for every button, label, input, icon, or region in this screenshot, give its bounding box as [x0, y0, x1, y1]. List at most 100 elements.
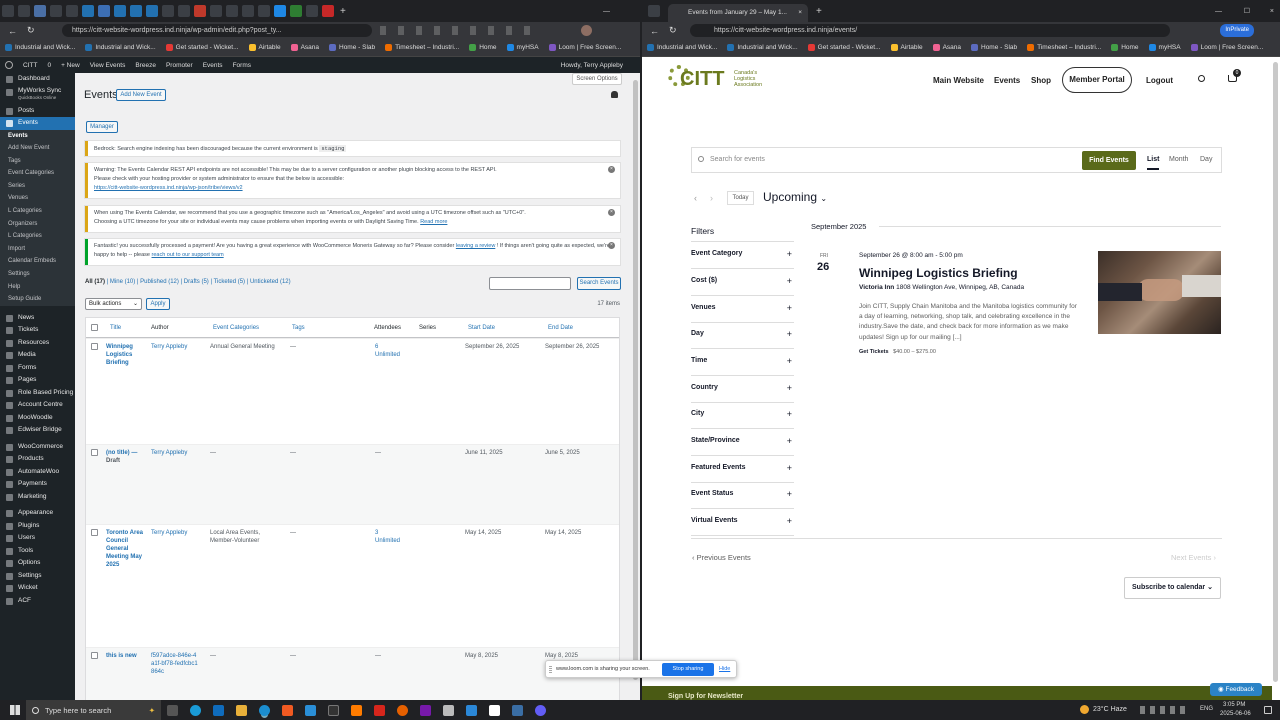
- sidebar-subitem[interactable]: Venues: [0, 192, 75, 206]
- filter-event-status[interactable]: Event Status +: [691, 482, 794, 509]
- favorite-link[interactable]: Industrial and Wick...: [727, 44, 798, 51]
- drag-handle-icon[interactable]: [549, 666, 552, 674]
- maximize-icon[interactable]: ☐: [1244, 7, 1250, 15]
- view-day-tab[interactable]: Day: [1200, 156, 1212, 163]
- col-start-date[interactable]: Start Date: [468, 321, 495, 335]
- manager-button[interactable]: Manager: [86, 121, 118, 133]
- support-link[interactable]: reach out to our support team: [152, 252, 224, 258]
- left-scrollbar[interactable]: [633, 80, 638, 680]
- col-event-categories[interactable]: Event Categories: [213, 321, 259, 335]
- sidebar-item-pages[interactable]: Pages: [0, 374, 75, 387]
- search-icon[interactable]: [1198, 75, 1205, 82]
- edge-active-icon[interactable]: [259, 704, 270, 716]
- edge-icon[interactable]: [190, 704, 201, 716]
- filter-unticketed[interactable]: Unticketed (12): [250, 279, 291, 285]
- brave-icon[interactable]: [282, 704, 293, 716]
- sidebar-subitem[interactable]: Add New Event: [0, 142, 75, 155]
- tab-favicon[interactable]: [210, 5, 222, 17]
- apply-button[interactable]: Apply: [146, 298, 170, 310]
- col-title[interactable]: Title: [110, 321, 121, 335]
- view-month-tab[interactable]: Month: [1169, 156, 1188, 163]
- tab-favicon[interactable]: [146, 5, 158, 17]
- col-end-date[interactable]: End Date: [548, 321, 573, 335]
- firefox-icon[interactable]: [397, 704, 408, 716]
- logout-link[interactable]: Logout: [1146, 76, 1173, 85]
- sidebar-item-wicket[interactable]: Wicket: [0, 582, 75, 595]
- file-explorer-icon[interactable]: [236, 704, 247, 716]
- stop-sharing-button[interactable]: Stop sharing: [662, 663, 714, 676]
- favorite-link[interactable]: Asana: [932, 44, 961, 51]
- sidebar-item-acf[interactable]: ACF: [0, 595, 75, 608]
- events-link[interactable]: Events: [203, 62, 223, 69]
- language-indicator[interactable]: ENG: [1200, 706, 1213, 712]
- sidebar-subitem[interactable]: Setup Guide: [0, 293, 75, 306]
- promoter-link[interactable]: Promoter: [166, 62, 193, 69]
- app-icon[interactable]: [512, 704, 523, 716]
- tab-favicon[interactable]: [242, 5, 254, 17]
- sidebar-item-plugins[interactable]: Plugins: [0, 520, 75, 533]
- system-tray-icons[interactable]: [1140, 706, 1188, 714]
- sidebar-item-forms[interactable]: Forms: [0, 362, 75, 375]
- url-input[interactable]: https://citt-website-wordpress.ind.ninja…: [62, 24, 372, 37]
- subscribe-calendar-button[interactable]: Subscribe to calendar ⌄: [1124, 577, 1221, 599]
- favorite-link[interactable]: Home - Slab: [971, 44, 1017, 51]
- sidebar-item-woocommerce[interactable]: WooCommerce: [0, 441, 75, 454]
- task-view-icon[interactable]: [167, 704, 178, 716]
- tab-favicon[interactable]: [66, 5, 78, 17]
- minimize-icon[interactable]: —: [1215, 8, 1222, 15]
- notion-icon[interactable]: [489, 704, 500, 716]
- sidebar-item-role-pricing[interactable]: Role Based Pricing: [0, 387, 75, 400]
- loom-icon[interactable]: [535, 704, 546, 716]
- col-tags[interactable]: Tags: [292, 321, 305, 335]
- event-title-link[interactable]: Toronto Area Council General Meeting May…: [106, 529, 151, 569]
- weather-icon[interactable]: [1080, 705, 1089, 714]
- tab-favicon[interactable]: [178, 5, 190, 17]
- tab-favicon[interactable]: [274, 5, 286, 17]
- new-tab-icon[interactable]: +: [816, 6, 822, 17]
- filter-featured-events[interactable]: Featured Events +: [691, 456, 794, 483]
- sidebar-item-automatewoo[interactable]: AutomateWoo: [0, 466, 75, 479]
- tab-favicon[interactable]: [258, 5, 270, 17]
- inprivate-badge[interactable]: InPrivate: [1220, 24, 1254, 37]
- row-checkbox[interactable]: [91, 652, 98, 659]
- sidebar-item-marketing[interactable]: Marketing: [0, 491, 75, 504]
- leave-review-link[interactable]: leaving a review: [456, 243, 495, 249]
- tab-favicon[interactable]: [306, 5, 318, 17]
- author-link[interactable]: Terry Appleby: [151, 343, 187, 351]
- notice-link[interactable]: https://citt-website-wordpress.ind.ninja…: [94, 185, 243, 191]
- member-portal-button[interactable]: Member Portal: [1062, 67, 1132, 93]
- windows-start-icon[interactable]: [10, 705, 20, 715]
- howdy-user-menu[interactable]: Howdy, Terry Appleby: [561, 62, 623, 69]
- favorite-link[interactable]: myHSA: [1148, 44, 1181, 51]
- sidebar-subitem[interactable]: Organizers: [0, 217, 75, 231]
- event-title-link[interactable]: Winnipeg Logistics Briefing: [106, 343, 151, 367]
- favorite-link[interactable]: Timesheet – Industri...: [1027, 44, 1101, 51]
- filter-drafts[interactable]: Drafts (5): [184, 279, 209, 285]
- bulk-actions-select[interactable]: Bulk actions ⌄: [85, 298, 142, 310]
- breeze-link[interactable]: Breeze: [135, 62, 156, 69]
- back-icon[interactable]: ←: [650, 26, 659, 36]
- sidebar-subitem[interactable]: Calendar Embeds: [0, 255, 75, 269]
- extensions-icon[interactable]: [380, 26, 530, 35]
- add-new-event-button[interactable]: Add New Event: [116, 89, 166, 101]
- filter-day[interactable]: Day +: [691, 322, 794, 349]
- today-button[interactable]: Today: [727, 191, 754, 205]
- favorite-link[interactable]: myHSA: [506, 44, 539, 51]
- event-title-link[interactable]: Winnipeg Logistics Briefing: [859, 266, 1018, 280]
- next-arrow-icon[interactable]: ›: [710, 193, 713, 203]
- sidebar-item-news[interactable]: News: [0, 312, 75, 325]
- view-events-link[interactable]: View Events: [90, 62, 126, 69]
- tab-favicon[interactable]: [130, 5, 142, 17]
- dismiss-icon[interactable]: ×: [608, 209, 615, 216]
- nav-events[interactable]: Events: [994, 76, 1020, 85]
- sidebar-item-account-centre[interactable]: Account Centre: [0, 399, 75, 412]
- author-link[interactable]: Terry Appleby: [151, 449, 187, 457]
- view-list-tab[interactable]: List: [1147, 156, 1160, 170]
- wordpress-logo-icon[interactable]: [5, 61, 13, 69]
- minimize-icon[interactable]: —: [603, 8, 610, 15]
- notifications-bell-icon[interactable]: [611, 91, 618, 98]
- sidebar-item-options[interactable]: Options: [0, 557, 75, 570]
- tab-favicon[interactable]: [322, 5, 334, 17]
- find-events-button[interactable]: Find Events: [1082, 151, 1136, 170]
- filter-all[interactable]: All (17): [85, 279, 105, 285]
